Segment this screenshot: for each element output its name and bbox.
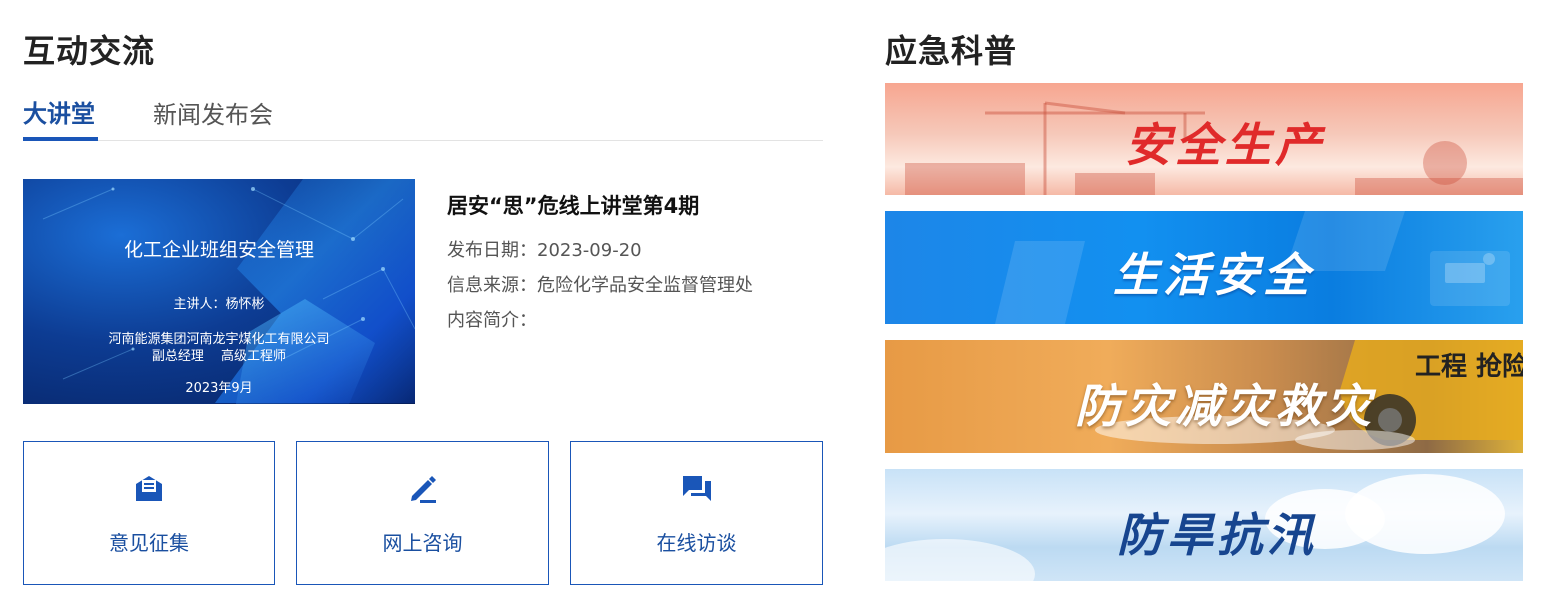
pen-icon xyxy=(410,475,436,503)
article-date-label: 发布日期： xyxy=(447,240,537,261)
cloud-shape xyxy=(1345,474,1505,554)
banner-label: 生活安全 xyxy=(1113,248,1313,302)
article-source-value: 危险化学品安全监督管理处 xyxy=(537,275,753,296)
banner-drought-flood[interactable]: 防旱抗汛 xyxy=(885,469,1523,581)
banner-disaster-relief[interactable]: 工程 抢险 防灾减灾救灾 xyxy=(885,340,1523,453)
article-date-value: 2023-09-20 xyxy=(537,240,642,261)
tab-lecture[interactable]: 大讲堂 xyxy=(23,94,95,129)
thumbnail-role: 副总经理 高级工程师 xyxy=(151,349,287,364)
banner-life-safety[interactable]: 生活安全 xyxy=(885,211,1523,324)
section-title-interaction: 互动交流 xyxy=(23,32,156,70)
tab-divider xyxy=(23,140,823,141)
banner-label: 防旱抗汛 xyxy=(1117,508,1317,562)
article-title[interactable]: 居安“思”危线上讲堂第4期 xyxy=(447,190,699,220)
chat-bubbles-icon xyxy=(682,475,711,501)
thumbnail-heading: 化工企业班组安全管理 xyxy=(123,239,314,261)
opinion-collection-label: 意见征集 xyxy=(109,530,189,555)
thumbnail-network-lines xyxy=(42,187,415,380)
mail-document-icon xyxy=(136,475,162,501)
online-consultation-button[interactable]: 网上咨询 xyxy=(296,441,549,585)
online-interview-button[interactable]: 在线访谈 xyxy=(570,441,823,585)
tab-active-indicator xyxy=(23,137,98,141)
article-source-label: 信息来源： xyxy=(447,275,537,296)
tab-press-conference[interactable]: 新闻发布会 xyxy=(153,95,273,130)
section-title-emergency-science: 应急科普 xyxy=(885,32,1018,70)
banner-label: 安全生产 xyxy=(1125,118,1325,172)
banner-label: 防灾减灾救灾 xyxy=(1075,379,1375,433)
lecture-thumbnail[interactable]: 化工企业班组安全管理 主讲人：杨怀彬 河南能源集团河南龙宇煤化工有限公司 副总经… xyxy=(23,179,415,404)
cloud-shape xyxy=(885,539,1035,581)
thumbnail-speaker: 主讲人：杨怀彬 xyxy=(173,297,265,312)
vehicle-sign: 工程 抢险 xyxy=(1415,351,1523,382)
article-summary-label: 内容简介： xyxy=(447,310,537,331)
online-interview-label: 在线访谈 xyxy=(656,530,737,555)
banner-safety-production[interactable]: 安全生产 xyxy=(885,83,1523,195)
online-consultation-label: 网上咨询 xyxy=(382,530,463,555)
article-source-row: 信息来源：危险化学品安全监督管理处 xyxy=(447,271,753,297)
opinion-collection-button[interactable]: 意见征集 xyxy=(23,441,275,585)
thumbnail-date: 2023年9月 xyxy=(185,381,253,396)
article-date-row: 发布日期：2023-09-20 xyxy=(447,236,642,262)
